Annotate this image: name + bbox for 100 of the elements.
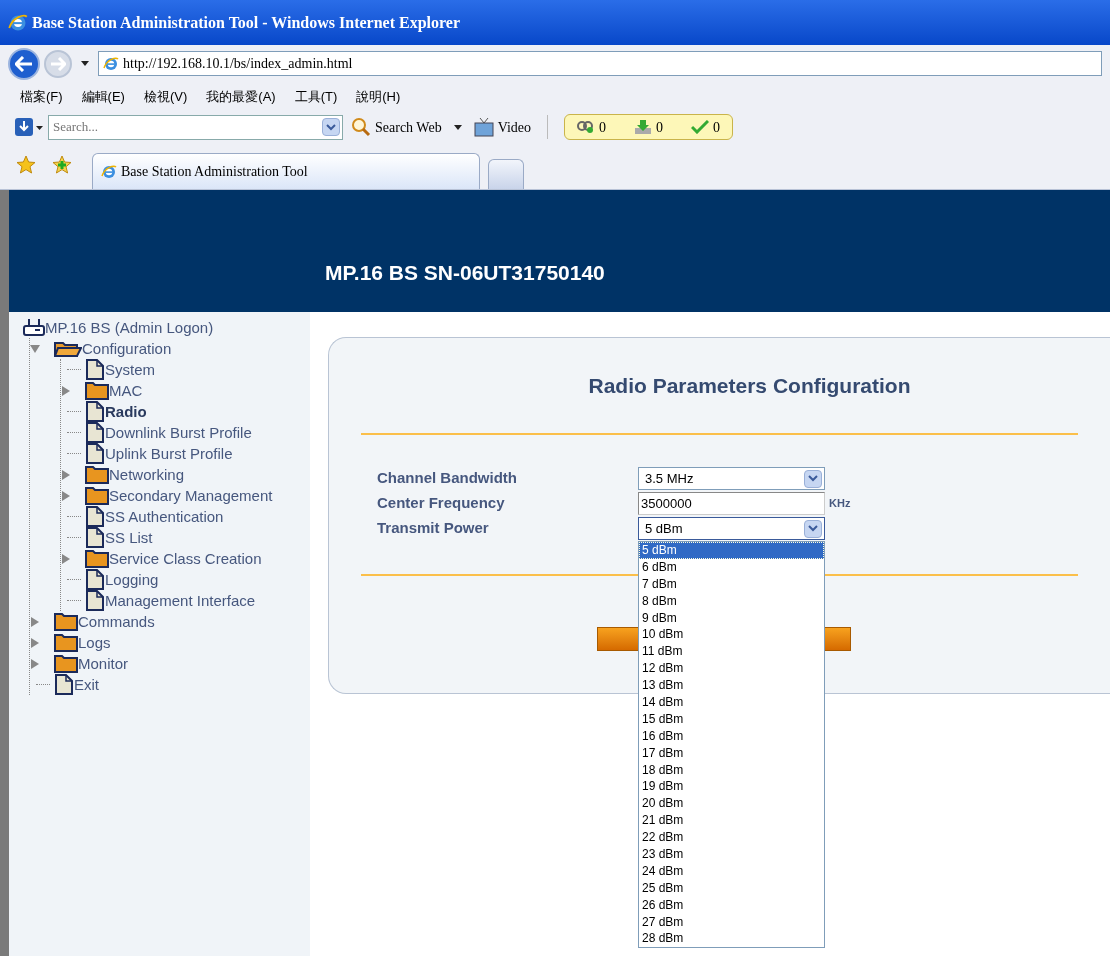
open-folder-icon — [54, 340, 82, 357]
tree-item[interactable]: System — [105, 359, 155, 380]
dropdown-option[interactable]: 9 dBm — [639, 609, 824, 627]
tree-item[interactable]: Configuration — [82, 338, 172, 359]
collapsed-triangle-icon[interactable] — [61, 490, 71, 501]
collapsed-triangle-icon[interactable] — [30, 658, 40, 669]
tree-item[interactable]: Logs — [78, 632, 111, 653]
tree-item[interactable]: Exit — [74, 674, 99, 695]
browser-icon — [101, 163, 117, 180]
checkmark-icon — [691, 120, 710, 134]
new-tab-button[interactable] — [488, 159, 524, 189]
menu-item[interactable]: 檔案(F) — [20, 86, 63, 106]
dropdown-option[interactable]: 21 dBm — [639, 812, 824, 830]
back-button[interactable] — [8, 47, 40, 80]
address-field[interactable]: http://192.168.10.1/bs/index_admin.html — [98, 51, 1102, 76]
collapsed-triangle-icon[interactable] — [61, 469, 71, 480]
page-icon — [85, 506, 105, 527]
download-icon — [634, 119, 653, 135]
tree-item[interactable]: Management Interface — [105, 590, 256, 611]
collapsed-triangle-icon[interactable] — [30, 637, 40, 648]
collapsed-triangle-icon[interactable] — [30, 616, 40, 627]
page-icon — [85, 401, 105, 422]
menu-item[interactable]: 編輯(E) — [81, 86, 125, 106]
collapsed-triangle-icon[interactable] — [61, 385, 71, 396]
caret-icon — [453, 124, 462, 130]
caret-icon — [81, 61, 89, 66]
dropdown-option[interactable]: 8 dBm — [639, 592, 824, 610]
dropdown-option[interactable]: 5 dBm — [639, 542, 824, 559]
folder-icon — [54, 633, 78, 652]
dropdown-option[interactable]: 27 dBm — [639, 913, 824, 931]
dropdown-option[interactable]: 17 dBm — [639, 744, 824, 762]
tree-item[interactable]: Logging — [105, 569, 159, 590]
browser-tab[interactable]: Base Station Administration Tool — [92, 153, 480, 189]
menu-item[interactable]: 說明(H) — [356, 86, 401, 106]
window-title: Base Station Administration Tool - Windows Internet Explorer — [32, 12, 461, 34]
dropdown-option[interactable]: 10 dBm — [639, 626, 824, 644]
dropdown-option[interactable]: 6 dBm — [639, 558, 824, 576]
dropdown-option[interactable]: 14 dBm — [639, 694, 824, 711]
form-title: Radio Parameters Configuration — [588, 372, 911, 399]
dropdown-option[interactable]: 28 dBm — [639, 930, 824, 948]
select-field[interactable]: 5 dBm — [638, 517, 825, 540]
dropdown-option[interactable]: 7 dBm — [639, 575, 824, 593]
page-icon — [85, 443, 105, 464]
tree-item[interactable]: MAC — [109, 380, 143, 401]
field-label: Center Frequency — [377, 493, 506, 514]
counter-value: 0 — [599, 118, 607, 137]
tree-item[interactable]: Networking — [109, 464, 185, 485]
counter-value: 0 — [713, 118, 721, 137]
dropdown-option[interactable]: 26 dBm — [639, 896, 824, 914]
page-icon — [85, 569, 105, 590]
tree-item[interactable]: MP.16 BS (Admin Logon) — [45, 317, 214, 338]
tree-item[interactable]: Commands — [78, 611, 155, 632]
tree-item[interactable]: Radio — [105, 401, 147, 422]
video-button[interactable]: Video — [473, 116, 532, 138]
dropdown-option[interactable]: 19 dBm — [639, 778, 824, 796]
tree-item[interactable]: SS Authentication — [105, 506, 224, 527]
tree-item[interactable]: Downlink Burst Profile — [105, 422, 252, 443]
menu-item[interactable]: 工具(T) — [294, 86, 338, 106]
tree-item[interactable]: SS List — [105, 527, 153, 548]
menu-item[interactable]: 檢視(V) — [143, 86, 188, 106]
select-field[interactable]: 3.5 MHz — [638, 467, 825, 490]
input-field[interactable]: 3500000 — [638, 492, 825, 515]
collapsed-triangle-icon[interactable] — [61, 553, 71, 564]
add-star-icon[interactable] — [52, 155, 72, 175]
search-web-button[interactable]: Search Web — [351, 116, 442, 138]
expanded-triangle-icon[interactable] — [30, 343, 40, 354]
counter-value: 0 — [656, 118, 664, 137]
dropdown-option[interactable]: 13 dBm — [639, 677, 824, 694]
tree-item[interactable]: Monitor — [78, 653, 129, 674]
star-icon[interactable] — [16, 155, 36, 175]
search-icon — [351, 117, 371, 137]
tree-item[interactable]: Secondary Management — [109, 485, 273, 506]
folder-icon — [85, 381, 109, 400]
dropdown-option[interactable]: 18 dBm — [639, 761, 824, 779]
forward-arrow-icon — [50, 56, 66, 71]
menu-item[interactable]: 我的最愛(A) — [206, 86, 276, 106]
dropdown-option[interactable]: 22 dBm — [639, 829, 824, 847]
page-icon — [85, 590, 105, 611]
download-arrow-icon[interactable] — [14, 117, 44, 137]
browser-icon — [8, 12, 28, 33]
folder-icon — [54, 654, 78, 673]
dropdown-option[interactable]: 16 dBm — [639, 727, 824, 745]
dropdown-option[interactable]: 12 dBm — [639, 660, 824, 678]
dropdown-option[interactable]: 25 dBm — [639, 879, 824, 897]
tree-item[interactable]: Uplink Burst Profile — [105, 443, 233, 464]
page-icon — [85, 422, 105, 443]
dropdown-option[interactable]: 20 dBm — [639, 795, 824, 813]
dropdown-option[interactable]: 23 dBm — [639, 846, 824, 863]
tree-item[interactable]: Service Class Creation — [109, 548, 262, 569]
unit-label: KHz — [829, 496, 851, 512]
dropdown-option[interactable]: 11 dBm — [639, 643, 824, 661]
link-icon — [577, 120, 596, 134]
page-icon — [85, 359, 105, 380]
header-title: MP.16 BS SN-06UT31750140 — [325, 259, 605, 286]
dropdown-option[interactable]: 24 dBm — [639, 862, 824, 880]
dropdown-option[interactable]: 15 dBm — [639, 710, 824, 728]
folder-icon — [85, 549, 109, 568]
field-label: Channel Bandwidth — [377, 468, 518, 489]
device-icon — [23, 318, 45, 337]
folder-icon — [85, 465, 109, 484]
